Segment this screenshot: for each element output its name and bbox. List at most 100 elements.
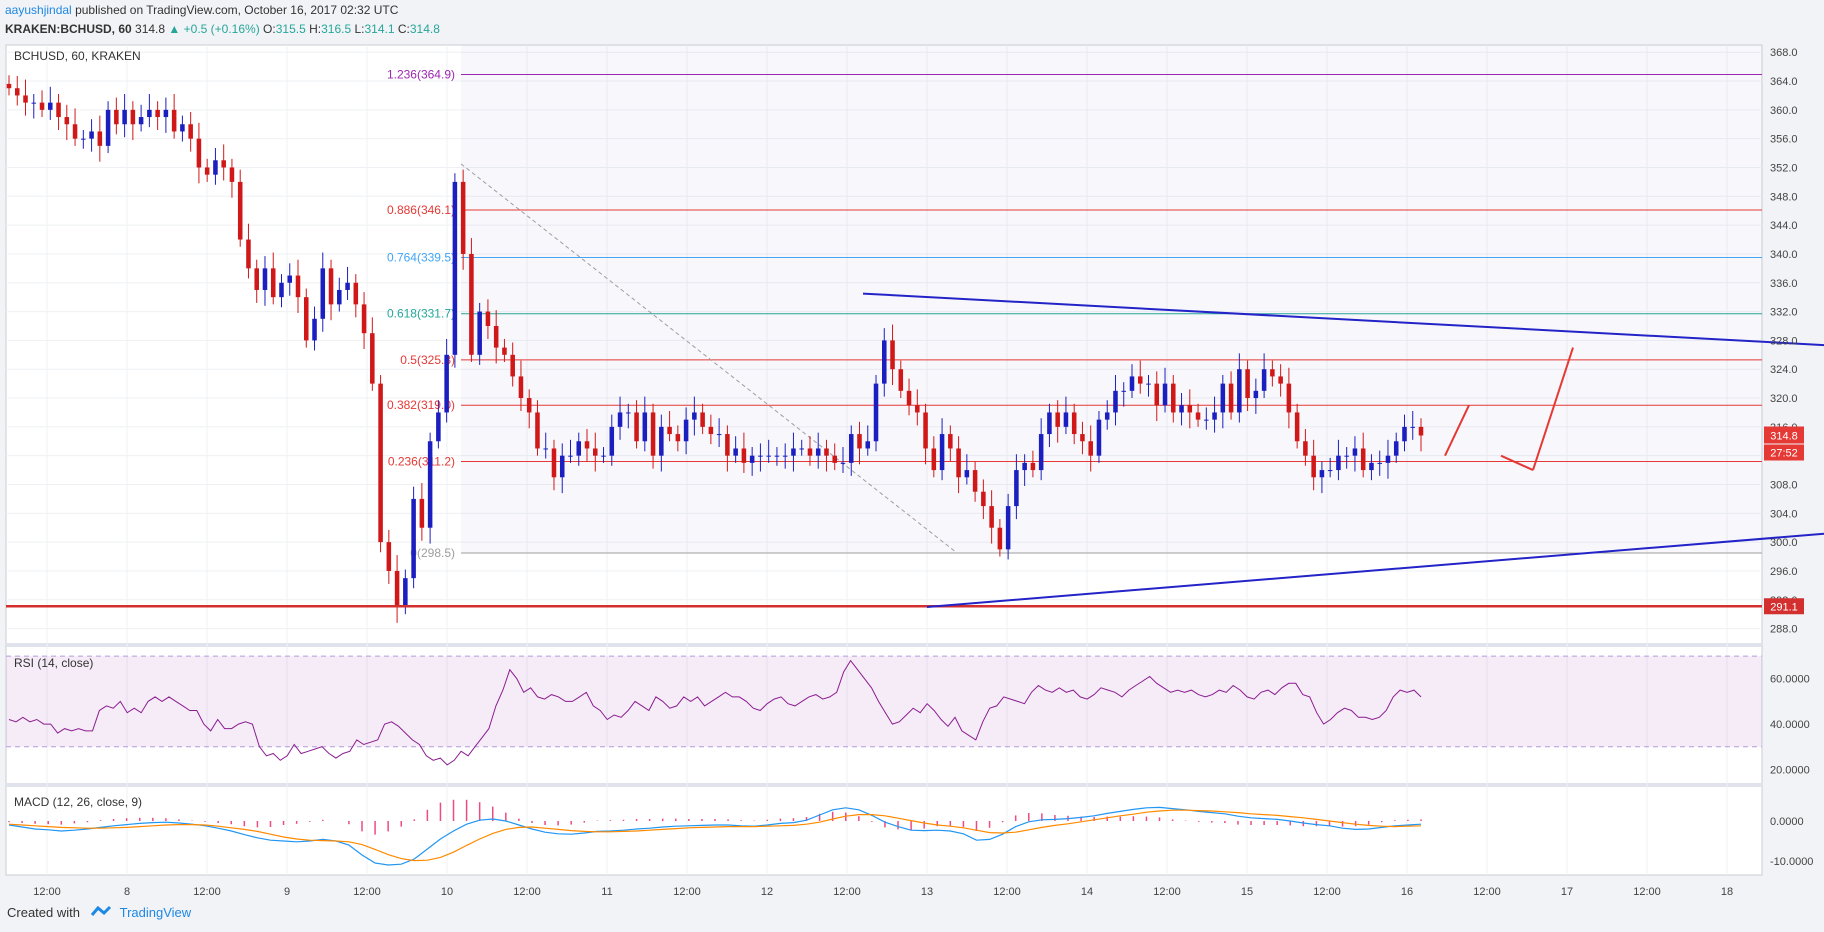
candle-body: [130, 109, 136, 125]
candle-body: [749, 455, 755, 463]
candle-body: [766, 455, 771, 457]
candle-body: [568, 455, 573, 457]
candle-body: [171, 109, 177, 132]
pane-separator: [6, 783, 1762, 787]
candle-body: [460, 181, 466, 254]
candle-body: [543, 448, 548, 450]
candle-body: [353, 282, 359, 305]
rsi-title: RSI (14, close): [14, 656, 93, 670]
candle-body: [436, 412, 441, 442]
candle-body: [898, 369, 904, 391]
candle-body: [1360, 448, 1366, 471]
timer-label: 27:52: [1770, 448, 1798, 460]
candle-body: [270, 268, 276, 298]
candle-body: [1096, 419, 1102, 456]
candle-body: [634, 412, 639, 442]
macd-tick-label: -10.0000: [1770, 856, 1813, 868]
x-tick-label: 12:00: [353, 886, 381, 898]
y-tick-label: 328.0: [1770, 335, 1798, 347]
candle-body: [584, 441, 590, 449]
candle-body: [72, 124, 78, 139]
candle-body: [716, 434, 722, 436]
candle-body: [1352, 448, 1358, 456]
candle-body: [419, 498, 425, 528]
candle-body: [213, 160, 218, 175]
candle-body: [485, 311, 491, 326]
candle-body: [1253, 390, 1259, 399]
candle-body: [939, 434, 945, 471]
candle-body: [1121, 390, 1127, 392]
candle-body: [1228, 383, 1234, 413]
candle-body: [1261, 369, 1267, 391]
candle-body: [345, 282, 350, 290]
candle-body: [204, 167, 210, 175]
candle-body: [337, 289, 342, 305]
y-tick-label: 304.0: [1770, 508, 1798, 520]
candle-body: [601, 455, 606, 457]
candle-body: [6, 83, 12, 89]
candle-body: [972, 470, 978, 492]
candle-body: [1179, 405, 1184, 413]
macd-tick-label: 0.0000: [1770, 816, 1804, 828]
candle-body: [518, 376, 524, 399]
y-tick-label: 324.0: [1770, 364, 1798, 376]
x-tick-label: 14: [1081, 886, 1093, 898]
tradingview-link[interactable]: TradingView: [120, 905, 192, 920]
candle-body: [873, 383, 879, 442]
support-badge-label: 291.1: [1770, 601, 1798, 613]
candle-body: [865, 441, 871, 449]
candle-body: [469, 253, 474, 355]
candle-body: [56, 102, 61, 118]
y-tick-label: 356.0: [1770, 134, 1798, 146]
candle-body: [1410, 426, 1416, 428]
x-tick-label: 12:00: [1633, 886, 1661, 898]
candle-body: [1047, 412, 1052, 435]
pane-separator: [6, 643, 1762, 647]
last-price-label: 314.8: [1770, 431, 1798, 443]
y-tick-label: 336.0: [1770, 278, 1798, 290]
y-tick-label: 368.0: [1770, 47, 1798, 59]
candle-body: [535, 412, 540, 449]
candle-body: [493, 325, 499, 348]
chart-canvas[interactable]: 1.236(364.9) 0.886(346.1) 0.764(339.5) 0.61…: [0, 0, 1824, 932]
candle-body: [997, 527, 1003, 550]
candle-body: [782, 455, 788, 457]
candle-body: [23, 95, 28, 103]
fib-level-label: 0.618(331.7): [387, 307, 455, 321]
y-tick-label: 288.0: [1770, 624, 1798, 636]
candle-body: [964, 470, 970, 478]
x-tick-label: 12:00: [513, 886, 541, 898]
candle-body: [915, 405, 920, 413]
candle-body: [807, 448, 813, 456]
candle-body: [510, 354, 515, 377]
y-tick-label: 348.0: [1770, 191, 1798, 203]
candle-body: [444, 354, 449, 413]
candle-body: [328, 268, 334, 305]
candle-body: [1129, 376, 1135, 391]
candle-body: [1038, 434, 1044, 471]
fib-zone: [461, 45, 1762, 553]
candle-body: [948, 434, 953, 449]
candle-body: [840, 462, 846, 464]
candle-body: [279, 282, 284, 298]
x-tick-label: 12: [761, 886, 773, 898]
candle-body: [1286, 383, 1292, 413]
candle-body: [163, 109, 169, 118]
y-tick-label: 300.0: [1770, 537, 1798, 549]
x-tick-label: 12:00: [1153, 886, 1181, 898]
candle-body: [799, 448, 804, 450]
candle-body: [477, 311, 482, 355]
candle-body: [725, 434, 730, 456]
fib-level-label: 0(298.5): [410, 546, 455, 560]
candle-body: [675, 434, 681, 442]
y-tick-label: 360.0: [1770, 105, 1798, 117]
candle-body: [1014, 470, 1019, 507]
candle-body: [196, 138, 202, 168]
candle-body: [1270, 369, 1275, 377]
candle-body: [1303, 441, 1308, 456]
candle-body: [1022, 462, 1027, 471]
candle-body: [1327, 470, 1333, 472]
fib-level-label: 0.764(339.5): [387, 251, 455, 265]
fib-level-label: 0.886(346.1): [387, 203, 455, 217]
candle-body: [832, 455, 838, 463]
